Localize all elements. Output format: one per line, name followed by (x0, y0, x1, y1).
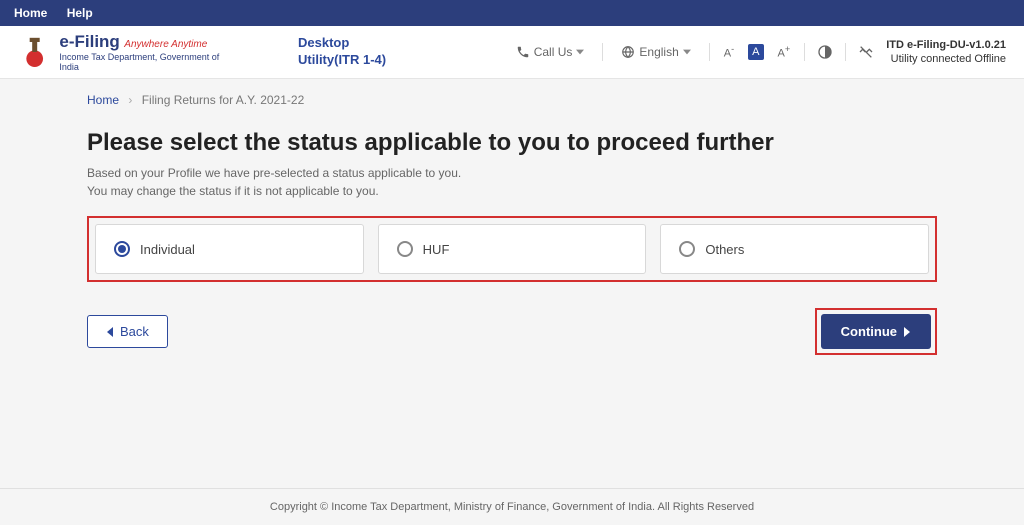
version-box: ITD e-Filing-DU-v1.0.21 Utility connecte… (886, 38, 1006, 67)
chevron-down-icon (576, 48, 584, 56)
language-dropdown[interactable]: English (615, 45, 696, 59)
breadcrumb-current: Filing Returns for A.Y. 2021-22 (142, 93, 305, 107)
brand-tagline: Anywhere Anytime (124, 39, 207, 50)
continue-label: Continue (841, 324, 897, 339)
chevron-right-icon: › (128, 93, 132, 107)
radio-icon (114, 241, 130, 257)
topnav-home-link[interactable]: Home (14, 6, 47, 20)
separator (845, 43, 846, 61)
chevron-down-icon (683, 48, 691, 56)
breadcrumb-home[interactable]: Home (87, 93, 119, 107)
option-label: Others (705, 242, 744, 257)
back-label: Back (120, 324, 149, 339)
continue-button[interactable]: Continue (821, 314, 931, 349)
call-us-dropdown[interactable]: Call Us (510, 45, 591, 59)
radio-icon (679, 241, 695, 257)
action-bar: Back Continue (87, 308, 937, 355)
footer-text: Copyright © Income Tax Department, Minis… (270, 501, 754, 513)
brand-title: e-Filing (59, 32, 119, 51)
option-others[interactable]: Others (660, 224, 929, 274)
brand-text: e-Filing Anywhere Anytime Income Tax Dep… (59, 32, 238, 72)
font-default-button[interactable]: A (748, 44, 763, 60)
option-label: Individual (140, 242, 195, 257)
separator (804, 43, 805, 61)
option-label: HUF (423, 242, 450, 257)
brand: e-Filing Anywhere Anytime Income Tax Dep… (18, 32, 238, 72)
page-subtitle: Based on your Profile we have pre-select… (87, 164, 937, 200)
chevron-right-icon (903, 327, 911, 337)
app-line1: Desktop (298, 35, 386, 52)
separator (709, 43, 710, 61)
phone-icon (516, 45, 530, 59)
app-title: Desktop Utility(ITR 1-4) (298, 35, 386, 69)
main: Home › Filing Returns for A.Y. 2021-22 P… (0, 79, 1024, 488)
separator (602, 43, 603, 61)
globe-icon (621, 45, 635, 59)
page-title: Please select the status applicable to y… (87, 127, 937, 158)
header-right: Call Us English A- A A+ ITD e-Filing-DU-… (510, 38, 1006, 67)
option-individual[interactable]: Individual (95, 224, 364, 274)
breadcrumb: Home › Filing Returns for A.Y. 2021-22 (87, 93, 937, 107)
font-decrease-button[interactable]: A- (722, 42, 736, 62)
topnav-help-link[interactable]: Help (67, 6, 93, 20)
language-label: English (639, 45, 678, 59)
chevron-left-icon (106, 327, 114, 337)
top-nav: Home Help (0, 0, 1024, 26)
back-button[interactable]: Back (87, 315, 168, 348)
brand-dept: Income Tax Department, Government of Ind… (59, 52, 238, 72)
status-options: Individual HUF Others (87, 216, 937, 282)
contrast-icon[interactable] (817, 44, 833, 60)
version-label: ITD e-Filing-DU-v1.0.21 (886, 38, 1006, 52)
font-increase-button[interactable]: A+ (776, 42, 793, 62)
connection-status: Utility connected Offline (886, 52, 1006, 66)
option-huf[interactable]: HUF (378, 224, 647, 274)
footer: Copyright © Income Tax Department, Minis… (0, 488, 1024, 525)
radio-icon (397, 241, 413, 257)
offline-icon (858, 44, 874, 60)
call-us-label: Call Us (534, 45, 573, 59)
header: e-Filing Anywhere Anytime Income Tax Dep… (0, 26, 1024, 79)
app-line2: Utility(ITR 1-4) (298, 52, 386, 69)
gov-emblem-icon (18, 35, 51, 69)
